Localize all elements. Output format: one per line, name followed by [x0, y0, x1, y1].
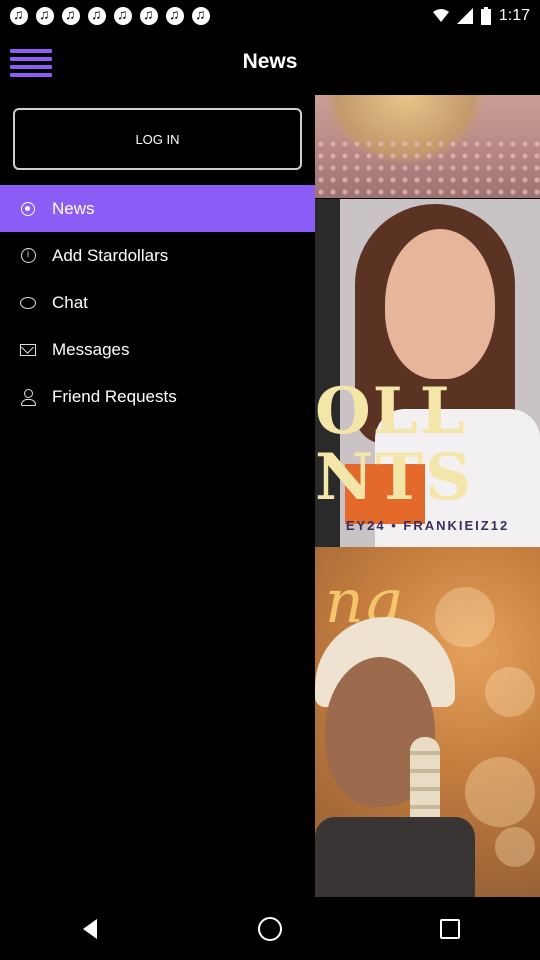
- card-title-art: OLL NTS: [315, 374, 474, 515]
- music-note-icon: [140, 6, 158, 25]
- app-bar: News: [0, 32, 540, 95]
- card-credits: EY24 • FRANKIEIZ12: [345, 518, 510, 533]
- login-button[interactable]: LOG IN: [13, 108, 302, 170]
- person-icon: [19, 388, 37, 406]
- status-time: 1:17: [498, 7, 530, 24]
- music-note-icon: [88, 6, 106, 25]
- music-note-icon: [114, 6, 132, 25]
- status-bar: 1:17: [0, 0, 540, 32]
- recents-icon: [440, 918, 460, 939]
- back-button[interactable]: [60, 899, 120, 959]
- drawer-menu-list: News i Add Stardollars Chat Messages Fri…: [0, 185, 315, 420]
- info-icon: i: [19, 247, 37, 265]
- menu-item-friend-requests[interactable]: Friend Requests: [0, 373, 315, 420]
- music-note-icon: [192, 6, 210, 25]
- notification-icons: [0, 6, 210, 25]
- menu-item-label: Add Stardollars: [52, 245, 169, 265]
- menu-item-label: Friend Requests: [52, 386, 177, 406]
- gear-icon: [19, 200, 37, 218]
- menu-item-news[interactable]: News: [0, 185, 315, 232]
- menu-item-chat[interactable]: Chat: [0, 279, 315, 326]
- back-icon: [83, 918, 97, 939]
- signal-icon: [456, 8, 473, 24]
- wifi-icon: [432, 9, 449, 22]
- menu-item-add-stardollars[interactable]: i Add Stardollars: [0, 232, 315, 279]
- menu-item-label: Chat: [52, 292, 88, 312]
- news-card-1[interactable]: [315, 95, 540, 198]
- battery-icon: [480, 7, 491, 25]
- menu-item-messages[interactable]: Messages: [0, 326, 315, 373]
- menu-item-label: Messages: [52, 339, 130, 359]
- home-icon: [258, 916, 282, 941]
- music-note-icon: [166, 6, 184, 25]
- music-note-icon: [36, 6, 54, 25]
- music-note-icon: [62, 6, 80, 25]
- news-card-3[interactable]: ng: [315, 547, 540, 897]
- recents-button[interactable]: [420, 899, 480, 959]
- navigation-drawer: LOG IN News i Add Stardollars Chat Messa…: [0, 95, 315, 897]
- news-card-2[interactable]: OLL NTS EY24 • FRANKIEIZ12: [315, 199, 540, 547]
- system-nav-bar: [0, 897, 540, 960]
- page-title: News: [242, 50, 298, 73]
- envelope-icon: [19, 341, 37, 359]
- music-note-icon: [10, 6, 28, 25]
- chat-bubble-icon: [19, 294, 37, 312]
- home-button[interactable]: [240, 899, 300, 959]
- status-right: 1:17: [432, 0, 530, 32]
- menu-item-label: News: [52, 198, 95, 218]
